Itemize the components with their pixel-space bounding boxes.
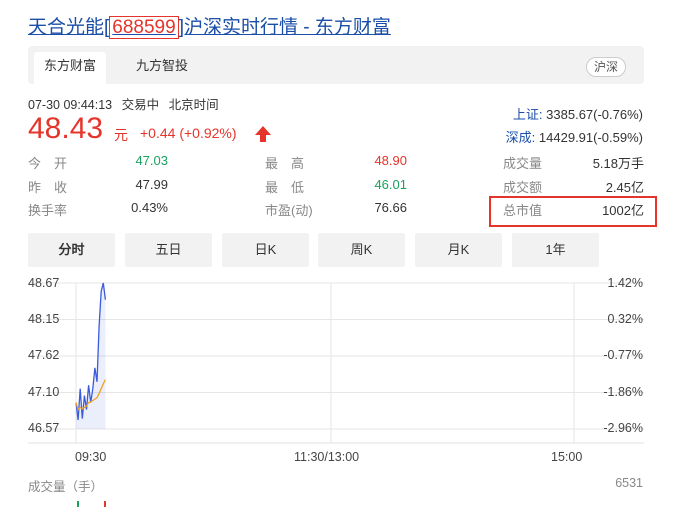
x-tick: 09:30	[75, 450, 107, 464]
up-arrow-icon	[255, 126, 271, 142]
title-suffix: ]沪深实时行情 - 东方财富	[178, 17, 391, 38]
period-tab-5day[interactable]: 五日	[125, 233, 212, 267]
y-right-tick: -2.96%	[603, 421, 643, 435]
volume-bar	[77, 501, 79, 507]
y-right-tick: -1.86%	[603, 385, 643, 399]
stock-code: 688599	[109, 16, 179, 39]
stat-label-pe: 市盈(动)	[265, 203, 313, 218]
stat-value-prev-close: 47.99	[135, 177, 168, 192]
stat-label-turnover: 换手率	[28, 203, 68, 218]
current-price: 48.43	[28, 112, 104, 145]
index-value: 14429.91(-0.59%)	[538, 130, 643, 145]
period-tab-monthly[interactable]: 月K	[415, 233, 502, 267]
period-tab-intraday[interactable]: 分时	[28, 233, 115, 267]
trading-status: 交易中	[121, 98, 160, 112]
status-line: 07-30 09:44:13 交易中 北京时间	[28, 94, 225, 113]
y-left-tick: 48.15	[28, 312, 60, 326]
volume-max-value: 6531	[615, 476, 643, 490]
y-left-tick: 46.57	[28, 421, 60, 435]
stat-value-pe: 76.66	[374, 200, 407, 215]
x-tick: 11:30/13:00	[294, 450, 360, 464]
stat-label-open: 今 开	[28, 156, 68, 171]
index-shenzhen[interactable]: 深成: 14429.91(-0.59%)	[506, 127, 643, 146]
page-title-link[interactable]: 天合光能[688599]沪深实时行情 - 东方财富	[28, 12, 391, 39]
period-tab-daily[interactable]: 日K	[222, 233, 309, 267]
volume-bar	[104, 501, 106, 507]
period-tab-weekly[interactable]: 周K	[318, 233, 405, 267]
market-chip[interactable]: 沪深	[585, 57, 626, 77]
price-unit: 元	[114, 127, 128, 143]
y-right-tick: 0.32%	[607, 312, 643, 326]
volume-label: 成交量（手）	[28, 480, 104, 494]
intraday-chart[interactable]	[0, 270, 679, 507]
stat-value-high: 48.90	[374, 153, 407, 168]
stat-value-volume: 5.18万手	[592, 156, 644, 171]
y-left-tick: 47.10	[28, 385, 60, 399]
stat-label-volume: 成交量	[503, 156, 543, 171]
y-left-tick: 47.62	[28, 348, 60, 362]
stat-value-turnover: 0.43%	[131, 200, 168, 215]
timezone-label: 北京时间	[168, 98, 219, 112]
y-left-tick: 48.67	[28, 276, 60, 290]
index-shanghai[interactable]: 上证: 3385.67(-0.76%)	[513, 104, 643, 123]
stat-label-prev-close: 昨 收	[28, 180, 68, 195]
price-change: +0.44 (+0.92%)	[140, 125, 237, 141]
tab-jiufang[interactable]: 九方智投	[126, 52, 198, 80]
stat-value-open: 47.03	[135, 153, 168, 168]
stat-label-low: 最 低	[265, 180, 305, 195]
stat-label-amount: 成交额	[503, 180, 543, 195]
stat-label-high: 最 高	[265, 156, 305, 171]
y-right-tick: -0.77%	[603, 348, 643, 362]
period-tab-1year[interactable]: 1年	[512, 233, 599, 267]
stat-value-amount: 2.45亿	[605, 180, 644, 195]
quote-datetime: 07-30 09:44:13	[28, 98, 113, 112]
index-value: 3385.67(-0.76%)	[546, 107, 643, 122]
index-name: 上证:	[512, 107, 543, 122]
period-selector: 分时 五日 日K 周K 月K 1年	[28, 233, 644, 267]
x-tick: 15:00	[551, 450, 583, 464]
stat-value-low: 46.01	[374, 177, 407, 192]
y-right-tick: 1.42%	[607, 276, 643, 290]
tab-eastmoney[interactable]: 东方财富	[34, 52, 107, 84]
market-cap-highlight-box	[489, 196, 657, 227]
index-name: 深成:	[505, 130, 536, 145]
source-tab-bar: 东方财富 九方智投 沪深	[28, 46, 644, 84]
title-prefix: 天合光能[	[28, 17, 110, 38]
